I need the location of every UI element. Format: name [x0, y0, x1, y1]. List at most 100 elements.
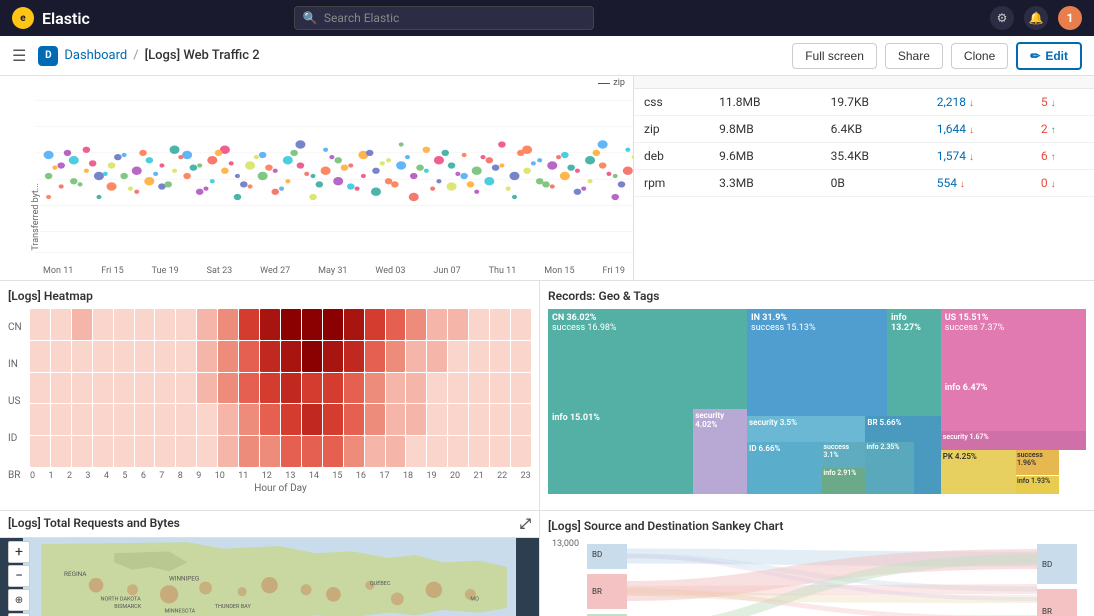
- pk-label: PK 4.25%: [943, 452, 1014, 461]
- heatmap-cell: [490, 341, 510, 372]
- heatmap-cell: [365, 309, 385, 340]
- heatmap-cell: [302, 436, 322, 467]
- edit-button[interactable]: ✏ Edit: [1016, 42, 1082, 70]
- legend-line: [598, 83, 610, 84]
- col-count: [927, 76, 1031, 89]
- security-label: security 4.02%: [695, 411, 745, 429]
- hamburger-menu[interactable]: ☰: [12, 46, 26, 65]
- y-axis-label: Transferred byt...: [31, 183, 41, 251]
- user-avatar[interactable]: 1: [1058, 6, 1082, 30]
- row-type: deb: [634, 143, 709, 170]
- heatmap-cell: [114, 436, 134, 467]
- svg-text:BR: BR: [592, 587, 602, 596]
- heatmap-cell: [323, 309, 343, 340]
- search-placeholder: Search Elastic: [324, 11, 399, 25]
- heatmap-cell: [260, 309, 280, 340]
- change-arrow-up: ↑: [1051, 125, 1056, 136]
- heatmap-grid-wrapper: 01234567891011121314151617181920212223 H…: [30, 309, 531, 494]
- heatmap-cell: [281, 373, 301, 404]
- svg-text:BISMARCK: BISMARCK: [114, 604, 141, 610]
- heatmap-cell: [448, 373, 468, 404]
- col-size1: [709, 76, 820, 89]
- info-13-label: info 13.27%: [891, 313, 937, 333]
- heatmap-cell: [135, 404, 155, 435]
- row-count: 1,644 ↓: [927, 116, 1031, 143]
- heatmap-cell: [469, 341, 489, 372]
- edit-icon: ✏: [1030, 49, 1040, 63]
- heatmap-cell: [218, 341, 238, 372]
- heatmap-cell: [197, 373, 217, 404]
- info-647-label: info 6.47%: [945, 383, 1082, 393]
- heatmap-cell: [344, 373, 364, 404]
- row-type: zip: [634, 116, 709, 143]
- heatmap-cell: [72, 436, 92, 467]
- heatmap-cell: [197, 309, 217, 340]
- heatmap-cell: [386, 309, 406, 340]
- heatmap-grid: [30, 309, 531, 467]
- heatmap-cell: [260, 373, 280, 404]
- heatmap-cell: [218, 436, 238, 467]
- heatmap-cell: [155, 373, 175, 404]
- heatmap-cell: [72, 309, 92, 340]
- heatmap-cell: [490, 404, 510, 435]
- heatmap-cell: [51, 341, 71, 372]
- map-expand-icon[interactable]: ⤢: [520, 516, 531, 532]
- heatmap-cell: [323, 436, 343, 467]
- zoom-in-button[interactable]: +: [8, 541, 30, 563]
- heatmap-cell: [93, 404, 113, 435]
- tree-cell-cn-info: info 15.01%: [548, 409, 693, 494]
- heatmap-cell: [427, 436, 447, 467]
- fullscreen-button[interactable]: Full screen: [792, 43, 877, 69]
- heatmap-cell: [93, 436, 113, 467]
- clone-button[interactable]: Clone: [951, 43, 1008, 69]
- sankey-svg: BD BR CN: [587, 539, 1077, 616]
- breadcrumb-parent[interactable]: Dashboard: [64, 48, 127, 63]
- map-title-text: [Logs] Total Requests and Bytes: [8, 516, 180, 530]
- table-row: zip 9.8MB 6.4KB 1,644 ↓ 2 ↑: [634, 116, 1094, 143]
- heatmap-cell: [260, 404, 280, 435]
- heatmap-container: CN IN US ID BR 0123456789101112131415161…: [8, 309, 531, 494]
- location-button[interactable]: ⊕: [8, 589, 30, 611]
- cn-info-label: info 15.01%: [552, 413, 689, 423]
- svg-text:QUÉBEC: QUÉBEC: [370, 579, 391, 587]
- heatmap-cell: [176, 373, 196, 404]
- heatmap-cell: [93, 309, 113, 340]
- us-label: US 15.51%: [945, 313, 1082, 323]
- row-count: 2,218 ↓: [927, 89, 1031, 116]
- in-label: IN 31.9%: [751, 313, 883, 323]
- zoom-out-button[interactable]: −: [8, 565, 30, 587]
- heatmap-cell: [176, 341, 196, 372]
- map-panel-title: [Logs] Total Requests and Bytes ⤢: [0, 511, 539, 538]
- notifications-icon[interactable]: 🔔: [1024, 6, 1048, 30]
- elastic-logo: e Elastic: [12, 7, 90, 29]
- heatmap-cell: [51, 436, 71, 467]
- heatmap-cell: [490, 373, 510, 404]
- heatmap-cell: [239, 341, 259, 372]
- settings-icon[interactable]: ⚙: [990, 6, 1014, 30]
- heatmap-cell: [197, 404, 217, 435]
- heatmap-cell: [386, 373, 406, 404]
- heatmap-cell: [511, 309, 531, 340]
- share-button[interactable]: Share: [885, 43, 943, 69]
- heatmap-cell: [239, 373, 259, 404]
- heatmap-cell: [427, 341, 447, 372]
- scatter-chart: 12,000 10,000 8,000 6,000 4,000 2,000 0: [36, 92, 634, 260]
- heatmap-cell: [448, 341, 468, 372]
- zip-legend: zip: [598, 78, 625, 88]
- search-bar[interactable]: 🔍 Search Elastic: [294, 6, 594, 30]
- heatmap-cell: [427, 309, 447, 340]
- svg-text:BR: BR: [1042, 607, 1052, 616]
- search-icon: 🔍: [303, 11, 318, 25]
- top-navigation: e Elastic 🔍 Search Elastic ⚙ 🔔 1: [0, 0, 1094, 36]
- breadcrumb-current: [Logs] Web Traffic 2: [145, 48, 260, 63]
- heatmap-cell: [406, 373, 426, 404]
- heatmap-cell: [344, 404, 364, 435]
- elastic-logo-text: Elastic: [42, 9, 90, 28]
- svg-text:REGINA: REGINA: [64, 570, 87, 578]
- data-table: css 11.8MB 19.7KB 2,218 ↓ 5 ↓ zip 9.8MB …: [634, 76, 1094, 197]
- map-controls: + − ⊕ ↗: [8, 541, 30, 616]
- y-label-br: BR: [8, 470, 26, 481]
- legend-label: zip: [613, 78, 625, 88]
- geo-tags-title: Records: Geo & Tags: [548, 289, 1086, 303]
- main-content: Transferred byt... zip 12,000 10,000 8,0…: [0, 76, 1094, 616]
